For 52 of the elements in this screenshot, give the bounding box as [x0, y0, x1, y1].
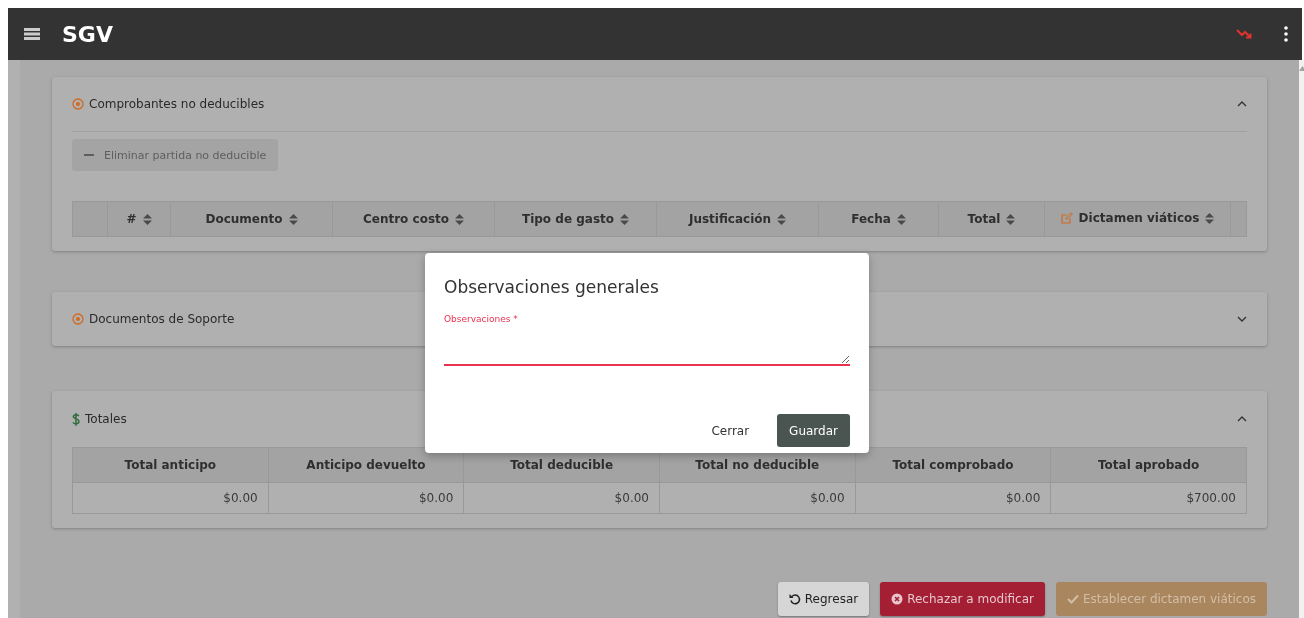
sort-icon[interactable]: [777, 213, 787, 225]
back-button[interactable]: Regresar: [777, 582, 870, 616]
column-header: Centro costo: [362, 212, 449, 226]
column-header: Dictamen viáticos: [1078, 211, 1200, 225]
section-title: Comprobantes no deducibles: [89, 97, 265, 111]
sort-icon[interactable]: [620, 213, 629, 225]
dialog-title: Observaciones generales: [444, 277, 660, 297]
column-header: #: [126, 212, 137, 226]
column-header: Total comprobado: [892, 458, 1014, 472]
column-header: Documento: [205, 212, 283, 226]
amount-text: $0.00: [418, 491, 454, 505]
section-title: Totales: [85, 412, 127, 426]
save-button[interactable]: Guardar: [777, 414, 850, 447]
amount-text: $0.00: [614, 491, 649, 505]
sort-icon[interactable]: [142, 213, 152, 225]
radio-icon: [72, 313, 84, 325]
minus-icon: [84, 154, 94, 156]
more-icon[interactable]: [1284, 26, 1288, 42]
column-header: Total no deducible: [695, 458, 820, 472]
chevron-up-icon[interactable]: [1237, 416, 1247, 422]
chevron-up-icon[interactable]: [1237, 101, 1247, 107]
section-title: Documentos de Soporte: [89, 312, 235, 326]
column-header: Total: [967, 212, 1001, 226]
column-header: Anticipo devuelto: [306, 458, 426, 472]
undo-icon: [788, 593, 801, 605]
sort-icon[interactable]: [1006, 213, 1016, 225]
chevron-down-icon[interactable]: [1237, 316, 1247, 322]
scroll-up-icon[interactable]: [1299, 66, 1304, 71]
amount-text: $700.00: [1186, 491, 1236, 505]
close-button[interactable]: Cerrar: [699, 414, 762, 447]
sort-icon[interactable]: [455, 213, 464, 225]
column-header: Total anticipo: [124, 458, 217, 472]
amount-text: $0.00: [810, 491, 845, 505]
check-icon: [1066, 594, 1079, 604]
sort-icon[interactable]: [288, 213, 298, 225]
amount-text: $0.00: [223, 491, 258, 505]
trend-down-icon[interactable]: [1236, 29, 1252, 39]
menu-icon[interactable]: [24, 28, 40, 40]
amount-text: $0.00: [1005, 491, 1041, 505]
column-header: Total aprobado: [1097, 458, 1200, 472]
column-header: Fecha: [851, 212, 891, 226]
sort-icon[interactable]: [1205, 212, 1215, 224]
radio-icon: [72, 98, 84, 110]
sort-icon[interactable]: [896, 213, 906, 225]
cancel-circle-icon: [891, 593, 904, 605]
column-header: Justificación: [688, 212, 772, 226]
dollar-icon: [72, 412, 80, 426]
reject-button[interactable]: Rechazar a modificar: [880, 582, 1045, 616]
app-title: SGV: [62, 21, 114, 47]
column-header: Tipo de gasto: [522, 212, 614, 226]
field-label: Observaciones *: [444, 314, 519, 324]
column-header: Total deducible: [510, 458, 614, 472]
